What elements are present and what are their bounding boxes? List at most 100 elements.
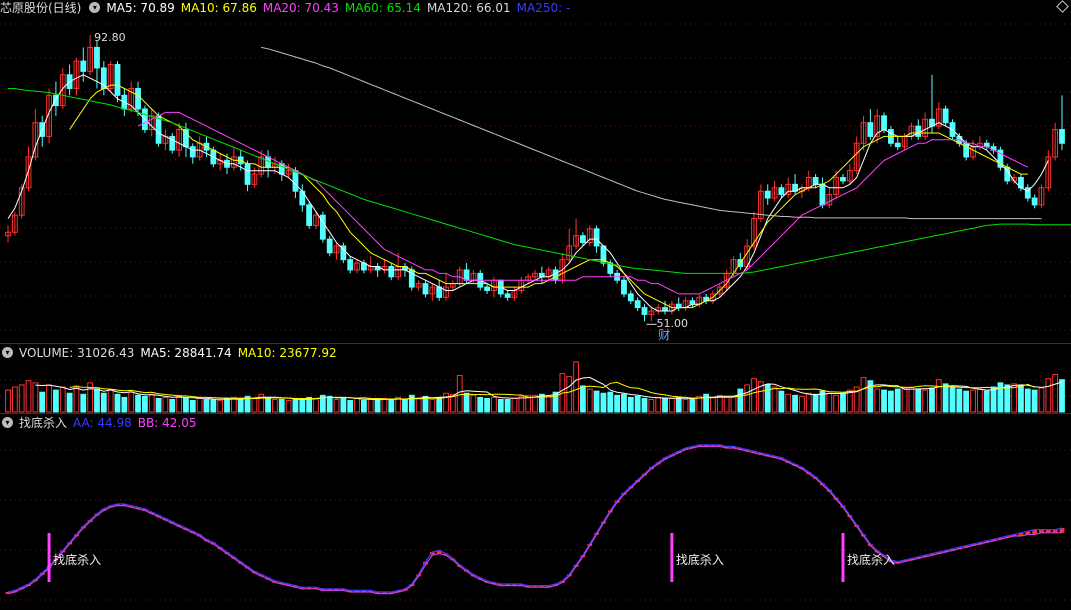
candle-body — [463, 269, 470, 281]
volume-bar — [983, 390, 990, 413]
candle-body — [80, 60, 87, 72]
ma-line-ma20 — [137, 111, 1029, 295]
candle-body — [689, 300, 696, 305]
candle-body — [764, 190, 771, 199]
volume-bar — [511, 397, 518, 413]
ma-line-ma60 — [8, 88, 1071, 274]
volume-bar — [888, 390, 894, 413]
volume-bar — [785, 393, 792, 413]
aa-line — [7, 444, 1063, 593]
candle-body — [292, 170, 299, 192]
volume-bar — [627, 396, 634, 413]
volume-bar — [80, 393, 87, 413]
volume-bar — [402, 399, 408, 413]
volume-bar — [1059, 379, 1065, 413]
candle-body — [422, 283, 429, 295]
volume-bar — [107, 389, 114, 413]
high-annotation: 92.80 — [94, 31, 126, 45]
volume-bar — [1031, 389, 1038, 413]
candle-body — [627, 293, 634, 302]
volume-bar — [176, 394, 182, 413]
candle-body — [881, 115, 887, 131]
volume-bar — [155, 397, 162, 413]
volume-bar — [504, 399, 511, 413]
volume-bar — [148, 393, 155, 413]
candle-body — [983, 142, 990, 148]
candle-body — [306, 204, 313, 226]
candle-body — [621, 279, 627, 295]
buy-signal-label: 找底杀入 — [53, 552, 101, 567]
volume-bar — [94, 388, 100, 413]
volume-bar — [573, 361, 579, 413]
volume-bar — [456, 375, 463, 413]
volume-bar — [183, 396, 189, 413]
volume-bar — [956, 388, 963, 413]
volume-bar — [792, 394, 798, 413]
volume-bar — [737, 388, 744, 413]
volume-bar — [614, 394, 621, 413]
volume-bar — [272, 399, 278, 413]
volume-bar — [532, 394, 538, 413]
volume-bar — [580, 385, 586, 413]
volume-bar — [833, 394, 840, 413]
volume-bar — [778, 390, 785, 413]
volume-bar — [443, 392, 449, 413]
chart-canvas[interactable]: 找底杀入 找底杀入 找底杀入 — [0, 0, 1071, 610]
volume-bar — [634, 395, 641, 413]
candle-body — [778, 187, 785, 196]
volume-bar — [696, 395, 703, 413]
volume-bar — [1018, 385, 1024, 413]
candle-body — [942, 108, 949, 124]
candle-body — [634, 300, 641, 309]
volume-bar — [970, 389, 976, 413]
volume-bar — [621, 393, 627, 413]
volume-bar — [908, 386, 915, 413]
candle-body — [436, 286, 443, 298]
volume-bar — [39, 391, 46, 413]
volume-bar — [162, 396, 169, 413]
volume-bar — [655, 396, 662, 413]
volume-bar — [237, 399, 244, 413]
volume-bar — [990, 386, 997, 413]
bb-line — [7, 445, 1062, 595]
volume-bar — [881, 389, 887, 413]
volume-bar — [1024, 388, 1031, 413]
candle-body — [593, 228, 600, 247]
volume-bar — [169, 399, 176, 413]
volume-bar — [730, 395, 737, 413]
volume-bar — [860, 377, 867, 413]
finance-marker[interactable]: 财 — [658, 326, 670, 343]
volume-bar — [894, 388, 901, 413]
volume-bar — [299, 399, 306, 413]
volume-bar — [799, 395, 805, 413]
stock-chart-window: { "header": { "stock_name": "芯原股份(日线)", … — [0, 0, 1071, 610]
candle-body — [538, 272, 545, 278]
candle-body — [552, 269, 559, 281]
volume-bar — [66, 392, 73, 413]
volume-bar — [771, 386, 778, 413]
volume-bar — [600, 392, 607, 413]
volume-bar — [46, 384, 52, 413]
volume-bar — [710, 396, 716, 413]
volume-bar — [128, 391, 135, 413]
volume-bar — [470, 394, 477, 413]
candle-body — [347, 259, 354, 271]
volume-bar — [429, 399, 436, 413]
volume-bar — [388, 400, 395, 413]
volume-bar — [285, 400, 292, 413]
volume-bar — [874, 388, 881, 413]
volume-bar — [922, 389, 929, 413]
candle-body — [94, 46, 100, 69]
volume-bar — [963, 390, 970, 413]
volume-bar — [689, 397, 696, 413]
volume-bar — [32, 382, 39, 413]
volume-bar — [840, 392, 846, 413]
candle-body — [867, 122, 874, 137]
volume-bar — [545, 395, 552, 413]
volume-bar — [265, 396, 271, 413]
volume-bar — [114, 393, 121, 413]
candle-body — [1059, 129, 1065, 144]
volume-bar — [381, 397, 388, 413]
candle-body — [183, 129, 189, 148]
volume-bar — [976, 388, 983, 413]
